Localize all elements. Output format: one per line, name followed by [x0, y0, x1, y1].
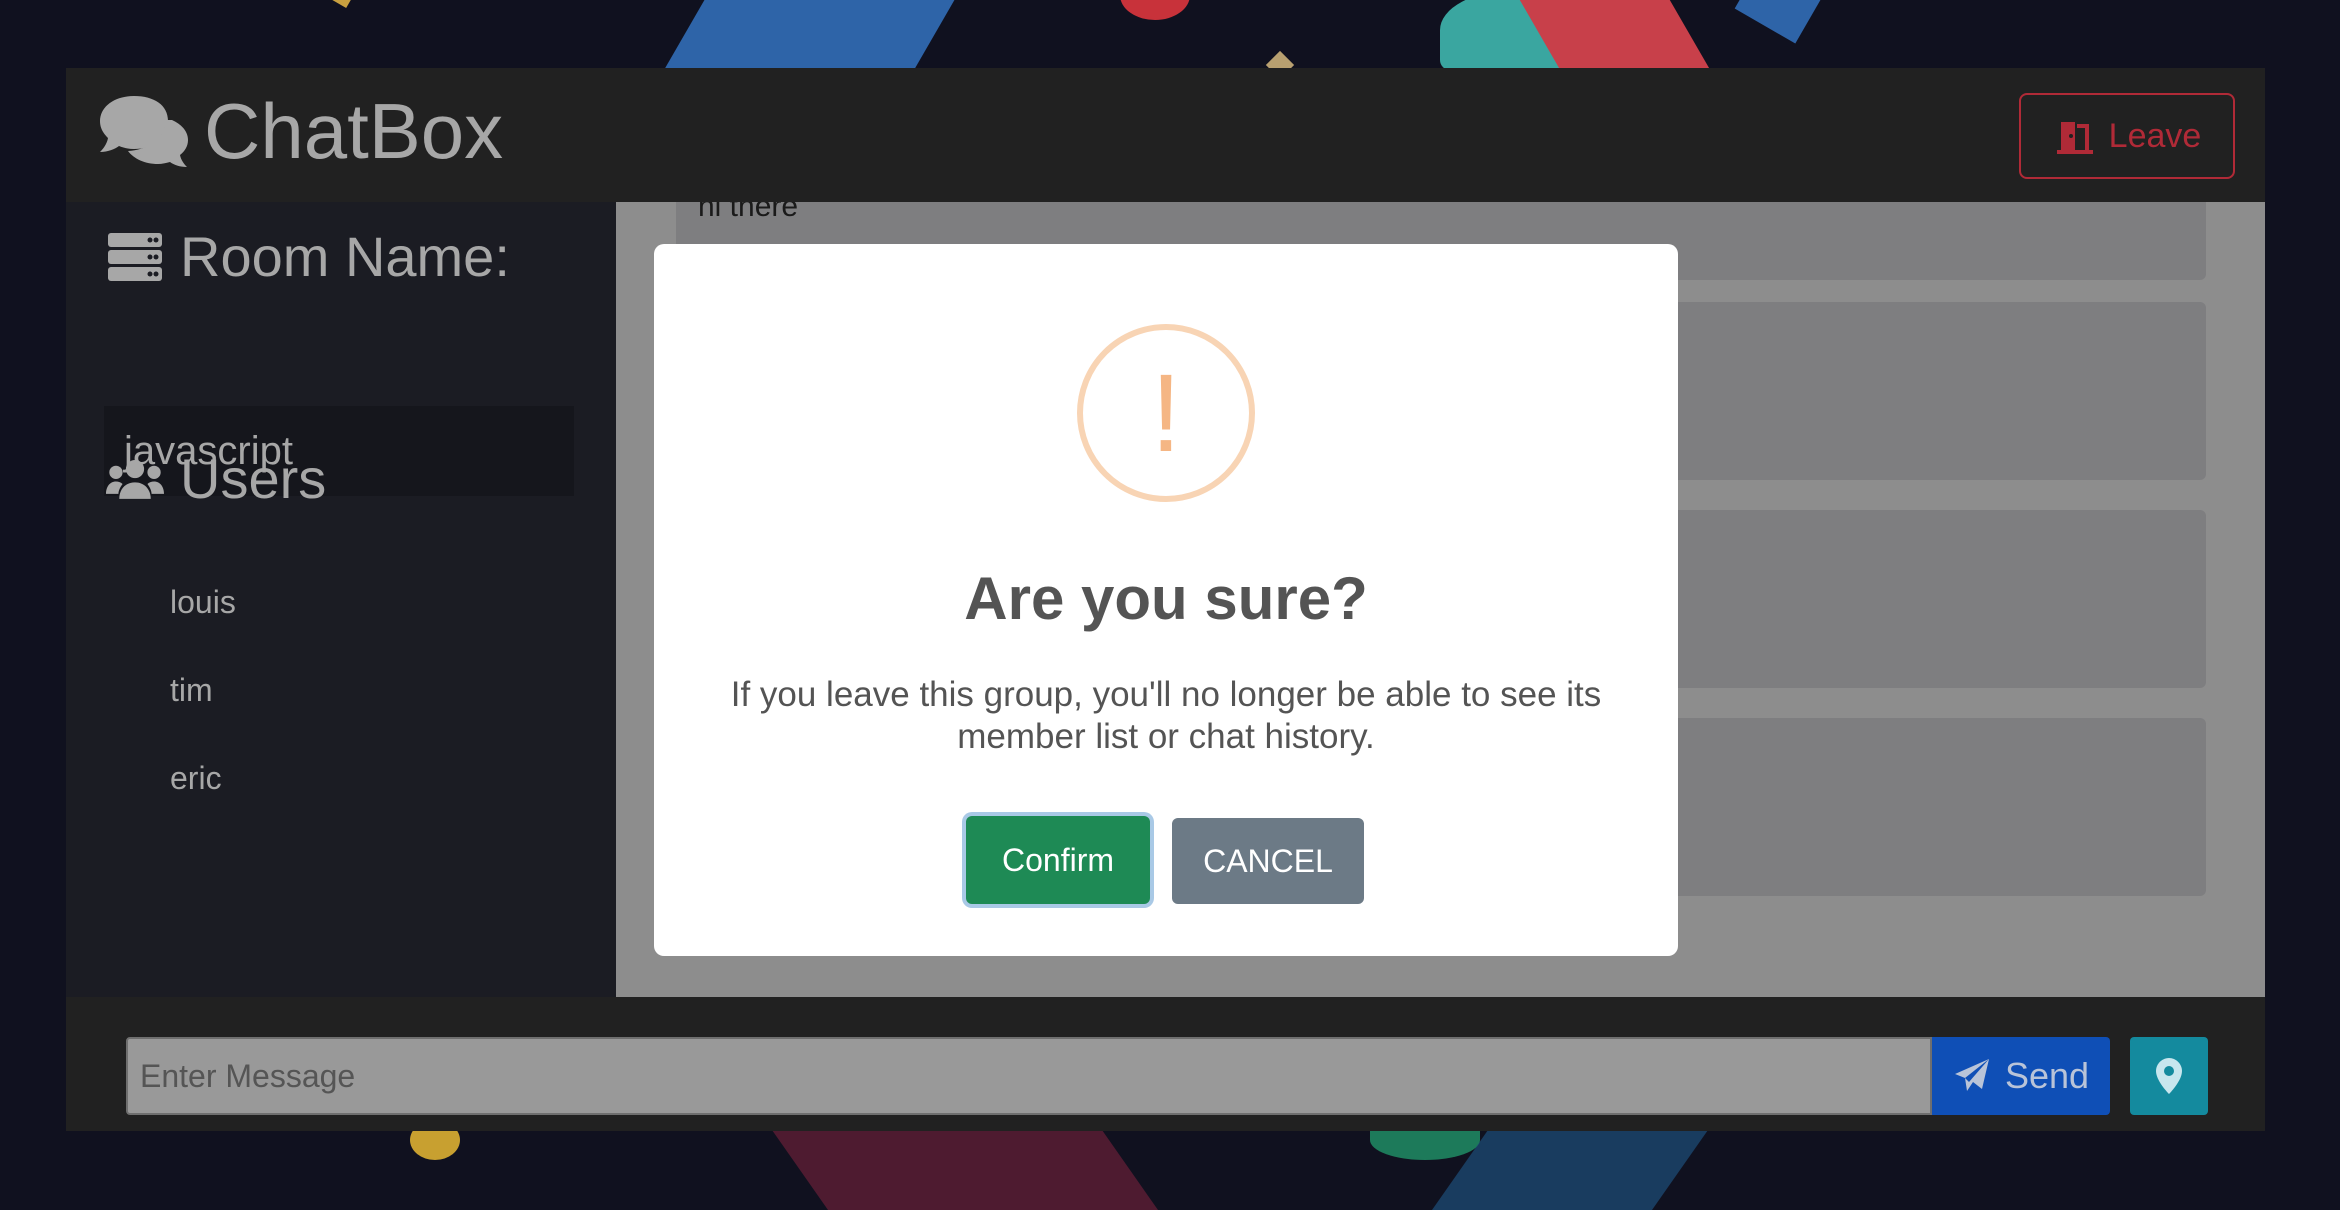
map-marker-icon	[2156, 1058, 2182, 1094]
brand: ChatBox	[96, 86, 503, 176]
confirm-leave-dialog: ! Are you sure? If you leave this group,…	[654, 244, 1678, 956]
user-item: tim	[170, 672, 213, 708]
user-item: eric	[170, 760, 222, 796]
share-location-button[interactable]	[2130, 1037, 2208, 1115]
users-heading-label: Users	[180, 447, 327, 510]
header: ChatBox Leave	[66, 68, 2265, 202]
background-shape	[771, 1130, 1159, 1210]
cancel-button[interactable]: CANCEL	[1172, 818, 1364, 904]
server-icon	[108, 232, 162, 281]
door-open-icon	[2056, 122, 2093, 154]
leave-label: Leave	[2108, 116, 2202, 155]
send-label: Send	[2004, 1055, 2090, 1096]
background-shape	[328, 0, 362, 8]
background-shape	[1734, 0, 1826, 44]
background-shape	[1120, 0, 1190, 20]
users-icon	[106, 459, 164, 499]
message-text: hi there	[698, 202, 799, 223]
sidebar: Room Name: javascript Users louis tim er…	[66, 202, 616, 997]
dialog-message: If you leave this group, you'll no longe…	[730, 675, 1602, 756]
comments-icon	[100, 96, 188, 167]
users-heading: Users	[106, 446, 326, 511]
send-button[interactable]: Send	[1932, 1037, 2110, 1115]
user-list: louis tim eric	[170, 582, 236, 846]
confirm-button[interactable]: Confirm	[966, 816, 1150, 904]
room-heading: Room Name:	[106, 224, 510, 289]
leave-button[interactable]: Leave	[2019, 93, 2235, 179]
paper-plane-icon	[1954, 1059, 1989, 1091]
app-title: ChatBox	[204, 86, 504, 175]
dialog-title: Are you sure?	[964, 565, 1368, 632]
background-shape	[664, 0, 966, 70]
user-item: louis	[170, 584, 236, 620]
message-input[interactable]	[126, 1037, 1932, 1115]
message-composer: Send	[66, 997, 2265, 1131]
room-heading-label: Room Name:	[180, 225, 510, 288]
warning-icon: !	[1077, 324, 1255, 502]
